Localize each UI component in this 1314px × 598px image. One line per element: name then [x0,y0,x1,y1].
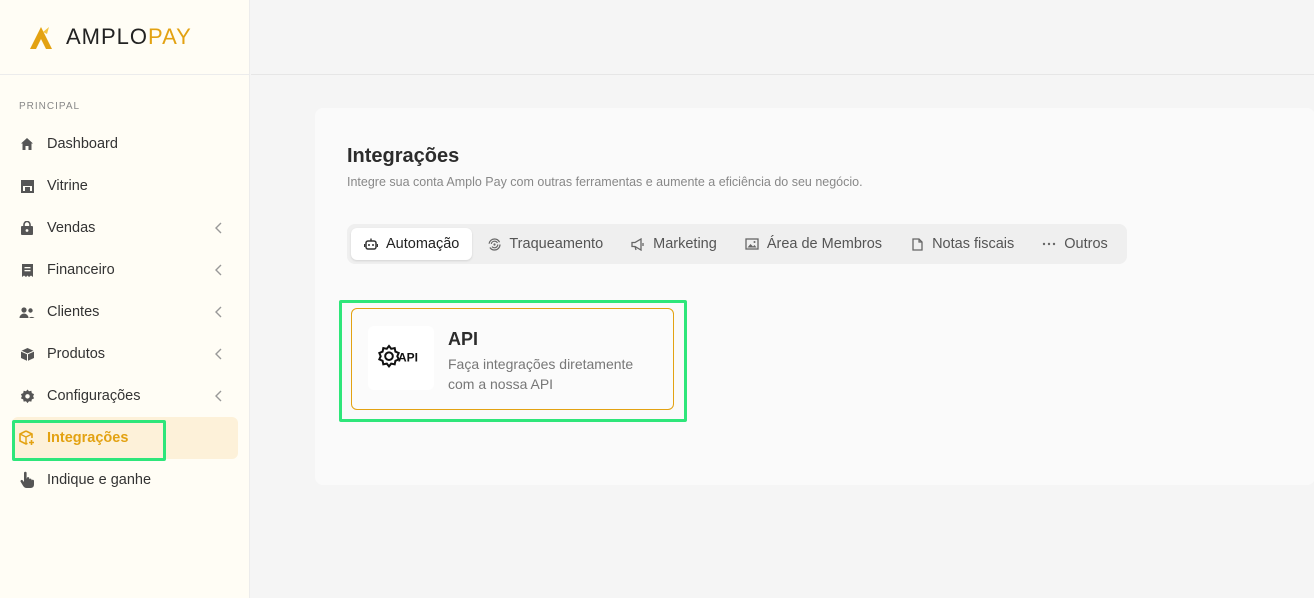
brand-logo[interactable]: AMPLOPAY [0,0,249,75]
users-icon [19,304,35,320]
tab-label: Marketing [653,236,717,252]
box-icon [19,346,35,362]
sidebar-item-label: Clientes [47,304,100,320]
tab-label: Traqueamento [509,236,604,252]
card-title: API [448,329,479,349]
home-icon [19,136,35,152]
document-icon [910,237,924,251]
chevron-left-icon [215,264,222,276]
sidebar-item-integracoes[interactable]: Integrações [12,417,238,459]
sidebar-item-vitrine[interactable]: Vitrine [0,165,250,207]
hand-pointer-icon [19,471,35,488]
tab-label: Automação [386,236,460,252]
sidebar-item-clientes[interactable]: Clientes [0,291,250,333]
page-subtitle: Integre sua conta Amplo Pay com outras f… [347,175,863,189]
image-icon [745,237,759,251]
tab-marketing[interactable]: Marketing [618,228,730,260]
tab-outros[interactable]: Outros [1029,228,1121,260]
gear-icon [19,388,35,404]
tab-area-de-membros[interactable]: Área de Membros [732,228,895,260]
chevron-left-icon [215,222,222,234]
shopping-bag-icon [19,220,35,236]
tab-traqueamento[interactable]: Traqueamento [474,228,616,260]
api-gear-icon: API [368,326,434,390]
sidebar-item-configuracoes[interactable]: Configurações [0,375,250,417]
api-icon-text: API [398,351,418,365]
chevron-left-icon [215,390,222,402]
tab-notas-fiscais[interactable]: Notas fiscais [897,228,1027,260]
sidebar-item-indique-e-ganhe[interactable]: Indique e ganhe [0,459,250,501]
tab-label: Outros [1064,236,1108,252]
robot-icon [364,237,378,251]
category-tabs: Automação Traqueamento Marketing Área de… [347,224,1127,264]
tab-automacao[interactable]: Automação [351,228,473,260]
sidebar-item-label: Produtos [47,346,106,362]
chevron-left-icon [215,306,222,318]
page-title: Integrações [347,145,460,167]
sidebar-item-label: Vendas [47,220,96,236]
sidebar-item-vendas[interactable]: Vendas [0,207,250,249]
card-description: Faça integrações diretamente com a nossa… [448,356,634,392]
top-bar [251,0,1314,75]
sidebar: AMPLOPAY PRINCIPAL Dashboard Vitrine Ven… [0,0,250,598]
receipt-icon [19,262,35,278]
fingerprint-icon [487,237,501,251]
integration-box-icon [19,430,35,446]
sidebar-item-produtos[interactable]: Produtos [0,333,250,375]
sidebar-item-label: Indique e ganhe [47,472,152,488]
api-integration-card[interactable]: API API Faça integrações diretamente com… [351,308,674,410]
sidebar-item-label: Dashboard [47,136,118,152]
sidebar-nav: Dashboard Vitrine Vendas Financeiro Clie… [0,123,250,501]
tab-label: Área de Membros [766,236,883,252]
chevron-left-icon [215,348,222,360]
brand-name: AMPLOPAY [66,24,192,49]
sidebar-item-label: Configurações [47,388,141,404]
sidebar-item-label: Vitrine [47,178,88,194]
megaphone-icon [631,237,645,251]
sidebar-item-label: Integrações [47,430,129,446]
integrations-panel: Integrações Integre sua conta Amplo Pay … [315,108,1314,485]
sidebar-item-financeiro[interactable]: Financeiro [0,249,250,291]
sidebar-item-dashboard[interactable]: Dashboard [0,123,250,165]
amplopay-logo-icon [30,27,52,49]
section-label-principal: PRINCIPAL [19,101,81,112]
store-icon [19,178,35,194]
tab-label: Notas fiscais [932,236,1015,252]
more-icon [1042,237,1056,251]
sidebar-item-label: Financeiro [47,262,115,278]
